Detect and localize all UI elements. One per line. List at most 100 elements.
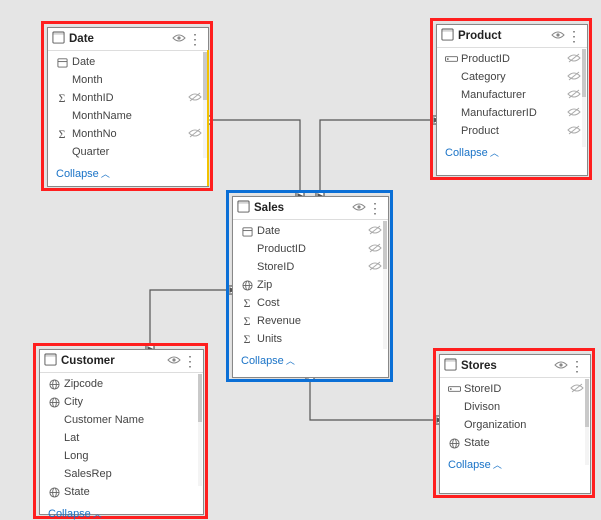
field-name: StoreID: [255, 261, 368, 273]
chevron-up-icon: ︿: [286, 356, 295, 366]
table-header[interactable]: Product ⋮: [437, 25, 587, 48]
scrollbar-thumb[interactable]: [198, 374, 202, 422]
visibility-icon[interactable]: [352, 201, 366, 215]
field-name: Month: [70, 74, 202, 86]
field-name: Organization: [462, 419, 584, 431]
table-icon: [52, 31, 65, 47]
collapse-link[interactable]: Collapse︿: [440, 454, 590, 477]
chevron-up-icon: ︿: [101, 169, 110, 179]
field-name: Units: [255, 333, 382, 345]
more-icon[interactable]: ⋮: [568, 359, 586, 373]
field-row[interactable]: Divison: [440, 398, 590, 416]
collapse-link[interactable]: Collapse︿: [48, 163, 208, 186]
field-row[interactable]: ΣUnits: [233, 330, 388, 348]
field-row[interactable]: Month: [48, 71, 208, 89]
field-row[interactable]: Category: [437, 68, 587, 86]
field-row[interactable]: MonthName: [48, 107, 208, 125]
relationship-path[interactable]: [320, 120, 436, 196]
more-icon[interactable]: ⋮: [366, 201, 384, 215]
table-title: Sales: [254, 202, 352, 214]
globe-icon: [239, 280, 255, 291]
table-header[interactable]: Sales ⋮: [233, 197, 388, 220]
sigma-icon: Σ: [54, 127, 70, 142]
key-icon: [446, 384, 462, 394]
field-row[interactable]: State: [40, 483, 203, 501]
table-stores[interactable]: Stores ⋮ StoreID Divison Organization State Co…: [439, 354, 591, 494]
scrollbar-thumb[interactable]: [582, 49, 586, 97]
visibility-icon[interactable]: [167, 354, 181, 368]
field-name: Customer Name: [62, 414, 197, 426]
field-row[interactable]: Zipcode: [40, 375, 203, 393]
sigma-icon: Σ: [54, 91, 70, 106]
field-row[interactable]: Quarter: [48, 143, 208, 161]
field-name: City: [62, 396, 197, 408]
field-row[interactable]: ΣRevenue: [233, 312, 388, 330]
field-row[interactable]: Manufacturer: [437, 86, 587, 104]
table-customer[interactable]: Customer ⋮ Zipcode City Customer Name Lat Long…: [39, 349, 204, 515]
fields-list: Zipcode City Customer Name Lat Long SalesRepS…: [40, 373, 203, 503]
key-icon: [443, 54, 459, 64]
more-icon[interactable]: ⋮: [181, 354, 199, 368]
field-name: Zipcode: [62, 378, 197, 390]
field-name: Long: [62, 450, 197, 462]
table-title: Customer: [61, 355, 167, 367]
table-title: Stores: [461, 360, 554, 372]
field-row[interactable]: Zip: [233, 276, 388, 294]
hidden-icon: [368, 225, 382, 238]
field-row[interactable]: Date: [233, 222, 388, 240]
scrollbar-thumb[interactable]: [585, 379, 589, 427]
field-row[interactable]: Date: [48, 53, 208, 71]
field-row[interactable]: Organization: [440, 416, 590, 434]
collapse-link[interactable]: Collapse︿: [437, 142, 587, 165]
field-row[interactable]: SalesRep: [40, 465, 203, 483]
field-row[interactable]: Lat: [40, 429, 203, 447]
more-icon[interactable]: ⋮: [186, 32, 204, 46]
field-row[interactable]: StoreID: [233, 258, 388, 276]
table-date[interactable]: Date⋮ Date Month ΣMonthIDMonthNameΣMonthNoQ…: [47, 27, 209, 187]
relationship-path[interactable]: [310, 376, 439, 420]
field-name: Divison: [462, 401, 584, 413]
table-product[interactable]: Product ⋮ ProductIDCategory Manufacturer Man…: [436, 24, 588, 176]
accent-bar: [207, 50, 209, 186]
visibility-icon[interactable]: [172, 32, 186, 46]
globe-icon: [46, 487, 62, 498]
field-name: ManufacturerID: [459, 107, 567, 119]
relationship-path[interactable]: [207, 120, 300, 196]
table-header[interactable]: Stores ⋮: [440, 355, 590, 378]
field-name: ProductID: [255, 243, 368, 255]
field-name: Date: [255, 225, 368, 237]
field-row[interactable]: StoreID: [440, 380, 590, 398]
field-name: Cost: [255, 297, 382, 309]
field-row[interactable]: ManufacturerID: [437, 104, 587, 122]
field-row[interactable]: ΣCost: [233, 294, 388, 312]
chevron-up-icon: ︿: [490, 148, 499, 158]
fields-list: Date Month ΣMonthIDMonthNameΣMonthNoQuarte…: [48, 51, 208, 163]
field-row[interactable]: ProductID: [437, 50, 587, 68]
hidden-icon: [567, 71, 581, 84]
table-sales[interactable]: Sales ⋮ Date ProductID StoreID ZipΣCostΣReven…: [232, 196, 389, 378]
relationship-path[interactable]: [150, 290, 232, 349]
field-row[interactable]: Product: [437, 122, 587, 140]
more-icon[interactable]: ⋮: [565, 29, 583, 43]
field-row[interactable]: State: [440, 434, 590, 452]
table-header[interactable]: Customer ⋮: [40, 350, 203, 373]
field-name: Revenue: [255, 315, 382, 327]
field-name: State: [462, 437, 584, 449]
table-header[interactable]: Date⋮: [48, 28, 208, 51]
field-row[interactable]: Customer Name: [40, 411, 203, 429]
visibility-icon[interactable]: [551, 29, 565, 43]
globe-icon: [46, 397, 62, 408]
scrollbar-thumb[interactable]: [383, 221, 387, 269]
visibility-icon[interactable]: [554, 359, 568, 373]
field-row[interactable]: ΣMonthNo: [48, 125, 208, 143]
field-row[interactable]: ProductID: [233, 240, 388, 258]
field-row[interactable]: Long: [40, 447, 203, 465]
field-name: Manufacturer: [459, 89, 567, 101]
field-row[interactable]: City: [40, 393, 203, 411]
table-title: Product: [458, 30, 551, 42]
collapse-link[interactable]: Collapse︿: [40, 503, 203, 520]
globe-icon: [46, 379, 62, 390]
collapse-link[interactable]: Collapse︿: [233, 350, 388, 373]
hidden-icon: [188, 92, 202, 105]
field-row[interactable]: ΣMonthID: [48, 89, 208, 107]
